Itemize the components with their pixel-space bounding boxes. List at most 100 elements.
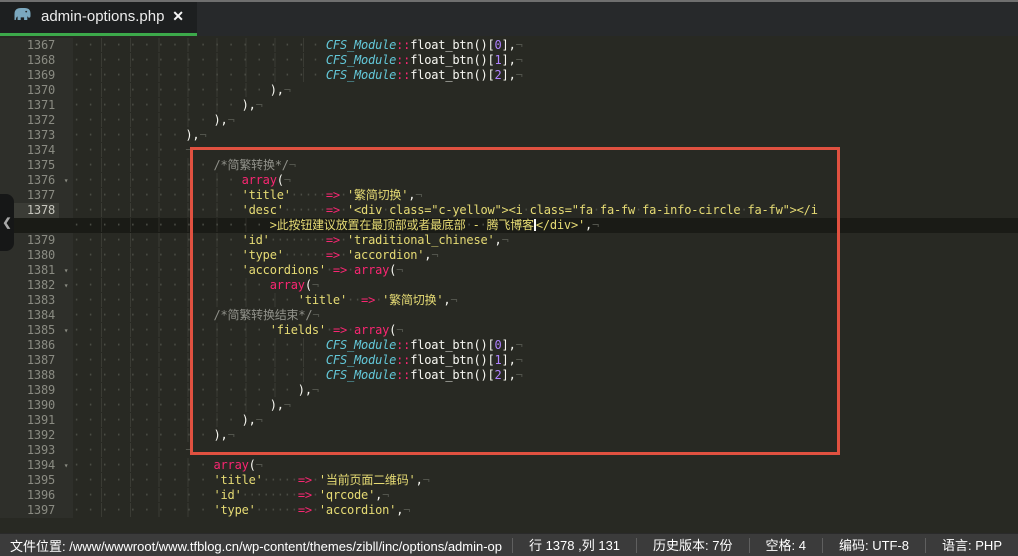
code-line: 1393· · · · · · · · ¬	[0, 443, 1018, 458]
line-number: 1384	[0, 308, 59, 323]
fold-slot	[59, 158, 73, 173]
code-line: 1394▾· · · · · · · · · · array(¬	[0, 458, 1018, 473]
code-line: 1392· · · · · · · · · · ),¬	[0, 428, 1018, 443]
code-line: 1382▾· · · · · · · · · · · · · · array(¬	[0, 278, 1018, 293]
line-number: 1392	[0, 428, 59, 443]
line-number: 1388	[0, 368, 59, 383]
line-number: 1376	[0, 173, 59, 188]
fold-slot	[59, 383, 73, 398]
line-number: 1372	[0, 113, 59, 128]
code-line: 1386· · · · · · · · · · · · · · · · · · …	[0, 338, 1018, 353]
status-encoding[interactable]: 编码: UTF-8	[822, 538, 925, 553]
fold-arrow-icon[interactable]: ▾	[59, 458, 73, 473]
code-line: 1372· · · · · · · · · · ),¬	[0, 113, 1018, 128]
fold-slot	[59, 338, 73, 353]
fold-slot	[59, 443, 73, 458]
status-language[interactable]: 语言: PHP	[925, 538, 1018, 553]
code-rows: 1367· · · · · · · · · · · · · · · · · · …	[0, 38, 1018, 518]
code-line: 1388· · · · · · · · · · · · · · · · · · …	[0, 368, 1018, 383]
line-number: 1390	[0, 398, 59, 413]
code-line: 1396· · · · · · · · · · 'id'········=>·'…	[0, 488, 1018, 503]
fold-slot	[59, 473, 73, 488]
status-history-versions[interactable]: 历史版本: 7份	[636, 538, 748, 553]
code-line: 1385▾· · · · · · · · · · · · · · 'fields…	[0, 323, 1018, 338]
code-line: 1371· · · · · · · · · · · · ),¬	[0, 98, 1018, 113]
fold-slot	[59, 413, 73, 428]
fold-slot	[59, 143, 73, 158]
fold-slot	[59, 308, 73, 323]
fold-slot	[59, 68, 73, 83]
code-line: 1397· · · · · · · · · · 'type'······=>·'…	[0, 503, 1018, 518]
status-spaces[interactable]: 空格: 4	[749, 538, 822, 553]
line-number: 1383	[0, 293, 59, 308]
code-line: 1384· · · · · · · · · · /*简繁转换结束*/¬	[0, 308, 1018, 323]
fold-slot	[59, 248, 73, 263]
fold-slot	[59, 233, 73, 248]
line-number: 1375	[0, 158, 59, 173]
fold-slot	[59, 98, 73, 113]
fold-slot	[59, 83, 73, 98]
code-line: 1390· · · · · · · · · · · · · · ),¬	[0, 398, 1018, 413]
line-number: 1395	[0, 473, 59, 488]
fold-arrow-icon[interactable]: ▾	[59, 263, 73, 278]
tab-admin-options[interactable]: admin-options.php ✕	[0, 2, 197, 36]
code-line: 1373· · · · · · · · ),¬	[0, 128, 1018, 143]
fold-slot	[59, 503, 73, 518]
code-editor[interactable]: 1367· · · · · · · · · · · · · · · · · · …	[0, 36, 1018, 533]
fold-slot	[59, 203, 73, 218]
line-number: 1370	[0, 83, 59, 98]
line-number: 1396	[0, 488, 59, 503]
line-number: 1391	[0, 413, 59, 428]
fold-slot	[59, 368, 73, 383]
line-number: 1389	[0, 383, 59, 398]
tab-close-icon[interactable]: ✕	[169, 8, 187, 25]
line-number: 1381	[0, 263, 59, 278]
fold-slot	[59, 398, 73, 413]
code-line: 1379· · · · · · · · · · · · 'id'········…	[0, 233, 1018, 248]
code-line: 1377· · · · · · · · · · · · 'title'·····…	[0, 188, 1018, 203]
code-line: 1389· · · · · · · · · · · · · · · · ),¬	[0, 383, 1018, 398]
window-top-divider	[0, 0, 1018, 2]
editor-window: admin-options.php ✕ 1367· · · · · · · · …	[0, 0, 1018, 556]
line-number: 1386	[0, 338, 59, 353]
status-file-location: 文件位置: /www/wwwroot/www.tfblog.cn/wp-cont…	[0, 536, 512, 555]
fold-slot	[59, 218, 73, 233]
fold-slot	[59, 38, 73, 53]
chevron-left-icon: ❮	[2, 216, 11, 229]
tab-title: admin-options.php	[41, 8, 169, 25]
line-number: 1367	[0, 38, 59, 53]
fold-slot	[59, 293, 73, 308]
line-number: 1397	[0, 503, 59, 518]
status-cursor-position[interactable]: 行 1378 ,列 131	[512, 538, 636, 553]
code-line: 1391· · · · · · · · · · · · ),¬	[0, 413, 1018, 428]
fold-arrow-icon[interactable]: ▾	[59, 278, 73, 293]
sidebar-collapse-handle[interactable]: ❮	[0, 194, 14, 251]
fold-slot	[59, 353, 73, 368]
fold-arrow-icon[interactable]: ▾	[59, 173, 73, 188]
line-number: 1369	[0, 68, 59, 83]
line-number: 1368	[0, 53, 59, 68]
fold-slot	[59, 428, 73, 443]
line-number: 1393	[0, 443, 59, 458]
code-line: 1368· · · · · · · · · · · · · · · · · · …	[0, 53, 1018, 68]
fold-slot	[59, 128, 73, 143]
code-line: 1370· · · · · · · · · · · · · · ),¬	[0, 83, 1018, 98]
fold-arrow-icon[interactable]: ▾	[59, 323, 73, 338]
fold-slot	[59, 488, 73, 503]
status-bar: 文件位置: /www/wwwroot/www.tfblog.cn/wp-cont…	[0, 533, 1018, 556]
fold-slot	[59, 188, 73, 203]
tab-bar: admin-options.php ✕	[0, 0, 1018, 36]
fold-slot	[59, 113, 73, 128]
code-line: 1381▾· · · · · · · · · · · · 'accordions…	[0, 263, 1018, 278]
code-line: 1369· · · · · · · · · · · · · · · · · · …	[0, 68, 1018, 83]
line-number: 1373	[0, 128, 59, 143]
line-number: 1374	[0, 143, 59, 158]
code-line: 1395· · · · · · · · · · 'title'·····=>·'…	[0, 473, 1018, 488]
line-number: 1394	[0, 458, 59, 473]
code-line: 1387· · · · · · · · · · · · · · · · · · …	[0, 353, 1018, 368]
code-line: 1378· · · · · · · · · · · · 'desc'······…	[0, 203, 1018, 218]
code-line: · · · · · · · · · · · · · · >此按钮建议放置在最顶部…	[0, 218, 1018, 233]
code-line: 1376▾· · · · · · · · · · · · array(¬	[0, 173, 1018, 188]
line-number: 1385	[0, 323, 59, 338]
php-elephant-icon	[12, 6, 33, 26]
